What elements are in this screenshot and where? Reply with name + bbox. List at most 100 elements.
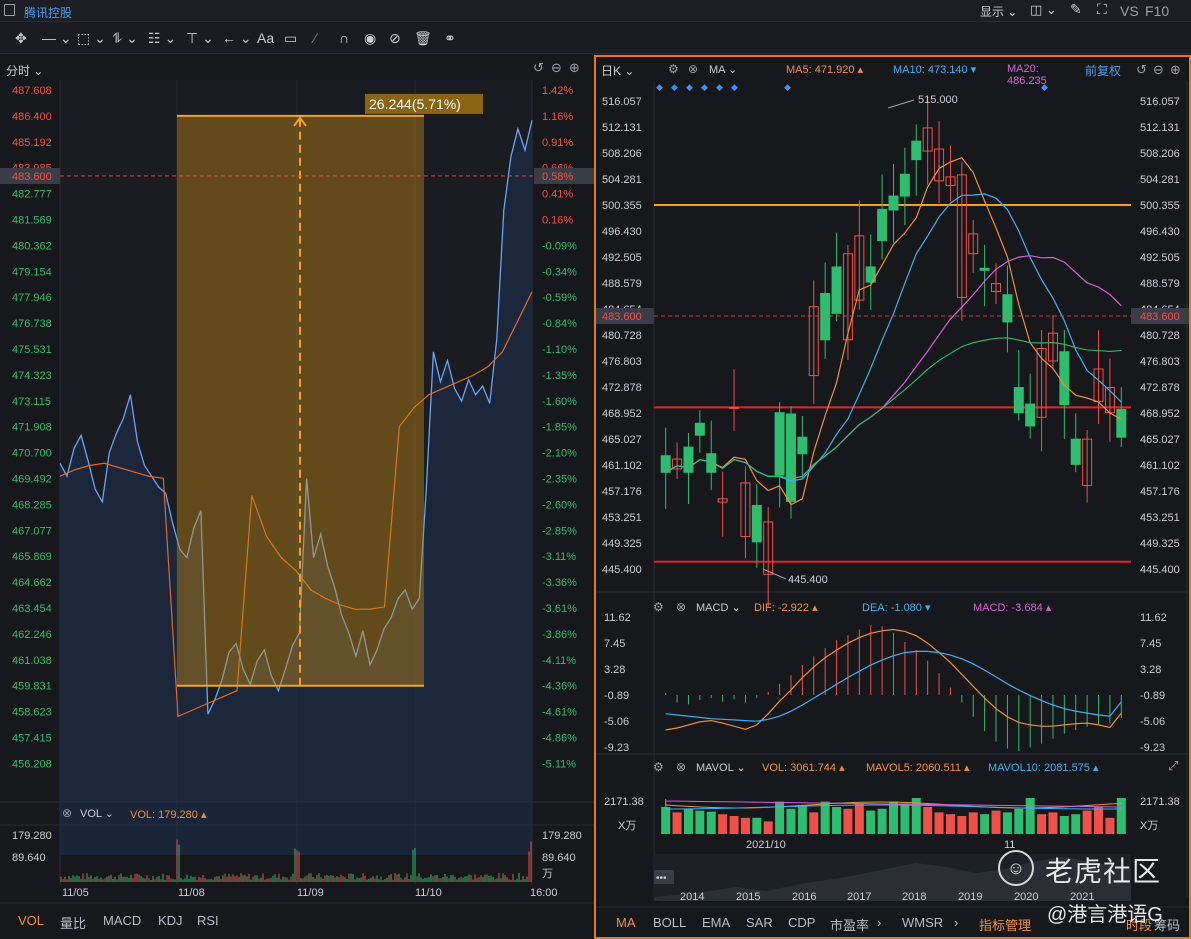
expand-icon[interactable]: ⤢ [1168, 758, 1178, 774]
mavol-bar [934, 812, 944, 834]
hide-icon[interactable]: ⊘ [389, 30, 401, 46]
pct-tick-label: -1.85% [542, 422, 577, 434]
tab-rsi[interactable]: RSI [197, 913, 219, 928]
price-tick-label: 472.878 [602, 382, 642, 394]
price-tick-label: 480.728 [602, 330, 642, 342]
price-tick-label: 453.251 [602, 512, 642, 524]
tab-vol[interactable]: VOL [18, 913, 44, 928]
ruler-icon[interactable]: ∕ [314, 30, 316, 46]
vs-button[interactable]: VS [1120, 3, 1139, 19]
pct-tick-label: 0.16% [542, 215, 573, 227]
rect-icon[interactable]: ⬚ ⌄ [77, 30, 106, 46]
display-menu[interactable]: 显示 ⌄ [980, 3, 1017, 20]
mavol10-value: MAVOL10: 2081.575 ▴ [988, 762, 1099, 774]
text-vertical-icon[interactable]: ⊤ ⌄ [186, 30, 214, 46]
layout-icon[interactable]: ◫ ⌄ [1030, 2, 1057, 18]
link-icon[interactable]: ⚭ [444, 30, 456, 46]
macd-settings-icon[interactable]: ⚙ [653, 600, 664, 614]
price-tick-label: 486.400 [12, 111, 52, 123]
price-tick-label: 481.569 [12, 215, 52, 227]
tab-ema[interactable]: EMA [702, 915, 730, 930]
chevron-right-icon[interactable]: › [954, 915, 958, 930]
watermark: ☺ 老虎社区 @港言港语G [995, 848, 1185, 934]
date-label: 11/10 [415, 887, 442, 899]
price-tick-label: 474.323 [12, 370, 52, 382]
arrow-icon[interactable]: ← ⌄ [222, 30, 252, 46]
pen-icon[interactable]: ✎ [1070, 1, 1082, 18]
tab-sar[interactable]: SAR [746, 915, 773, 930]
mavol-bar [843, 808, 853, 834]
event-marker: ◆ [701, 82, 708, 92]
magnet-icon[interactable]: ∩ [339, 30, 349, 46]
pct-tick-label: 1.42% [542, 85, 573, 97]
tab-cdp[interactable]: CDP [788, 915, 815, 930]
candle-body [1013, 387, 1024, 414]
f10-button[interactable]: F10 [1145, 3, 1169, 19]
candle-body [694, 422, 705, 436]
price-tick-label: 496.430 [602, 226, 642, 238]
tab-ma[interactable]: MA [616, 915, 636, 930]
chevron-right-icon[interactable]: › [877, 915, 881, 930]
price-tick-label: 500.355 [1140, 200, 1180, 212]
mavol-bar [672, 812, 682, 834]
fullscreen-icon[interactable]: ⛶ [1097, 1, 1107, 18]
price-tick-label: 465.869 [12, 551, 52, 563]
pct-tick-label: 0.91% [542, 137, 573, 149]
text-icon[interactable]: Aa [257, 30, 274, 46]
tab-pe[interactable]: 市盈率 [830, 915, 869, 934]
mavol-bar [1037, 814, 1047, 834]
price-tick-label: 464.662 [12, 577, 52, 589]
macd-tick-label: -5.06 [1140, 716, 1165, 728]
move-icon[interactable]: ✥ [15, 30, 27, 46]
year-label: 2015 [736, 891, 760, 903]
tab-boll[interactable]: BOLL [653, 915, 686, 930]
comment-icon[interactable]: ▭ [284, 30, 297, 46]
event-marker: ◆ [731, 82, 738, 92]
vol-close-icon[interactable]: ⊗ [62, 806, 72, 820]
candle-body [683, 446, 694, 473]
price-tick-label: 467.077 [12, 525, 52, 537]
pct-tick-label: -4.36% [542, 681, 577, 693]
tab-kdj[interactable]: KDJ [158, 913, 183, 928]
trash-icon[interactable]: 🗑 [414, 30, 432, 46]
tab-volume-ratio[interactable]: 量比 [60, 913, 86, 932]
price-tick-label: 457.415 [12, 733, 52, 745]
price-tick-label: 461.102 [1140, 460, 1180, 472]
vol-indicator-label[interactable]: VOL ⌄ [80, 807, 114, 820]
price-tick-label: 461.038 [12, 655, 52, 667]
price-tick-label: 468.285 [12, 499, 52, 511]
mavol-bar [661, 807, 671, 834]
macd-close-icon[interactable]: ⊗ [676, 600, 686, 614]
candle-body [831, 266, 842, 314]
price-tick-label: 457.176 [1140, 486, 1180, 498]
pct-tick-label: -1.35% [542, 370, 577, 382]
overview-handle-dots: ••• [656, 873, 667, 884]
mavol-bar [729, 816, 739, 834]
price-tick-label: 463.454 [12, 603, 52, 615]
window-icon[interactable] [4, 4, 15, 16]
mavol-settings-icon[interactable]: ⚙ [653, 760, 664, 774]
macd-value: MACD: -3.684 ▴ [973, 602, 1052, 614]
price-tick-label: 465.027 [602, 434, 642, 446]
mavol-indicator-label[interactable]: MAVOL ⌄ [696, 761, 746, 774]
line-icon[interactable]: — ⌄ [42, 30, 72, 46]
eye-icon[interactable]: ◉ [364, 30, 376, 46]
mavol-close-icon[interactable]: ⊗ [676, 760, 686, 774]
fib-icon[interactable]: ☷ ⌄ [148, 30, 176, 46]
wave-icon[interactable]: ⥮ ⌄ [112, 30, 138, 46]
mavol-bar [1105, 817, 1115, 834]
macd-tick-label: -0.89 [604, 690, 629, 702]
pct-tick-label: -0.59% [542, 292, 577, 304]
vol-tick-label: 179.280 [12, 830, 52, 842]
tab-macd[interactable]: MACD [103, 913, 141, 928]
candle-body [1025, 403, 1036, 427]
event-marker: ◆ [656, 82, 663, 92]
mavol-bar [820, 801, 830, 834]
macd-indicator-label[interactable]: MACD ⌄ [696, 601, 741, 614]
price-tick-label: 476.803 [602, 356, 642, 368]
price-tick-label: 456.208 [12, 758, 52, 770]
daily-chart[interactable]: ◆ ◆ ◆ ◆ ◆ ◆ ◆ ◆ 516.057 516.057 512.131 512.131 508.… [596, 57, 1189, 937]
pct-tick-label: -0.09% [542, 240, 577, 252]
stock-name[interactable]: 腾讯控股 [24, 4, 72, 21]
tab-wmsr[interactable]: WMSR [902, 915, 943, 930]
